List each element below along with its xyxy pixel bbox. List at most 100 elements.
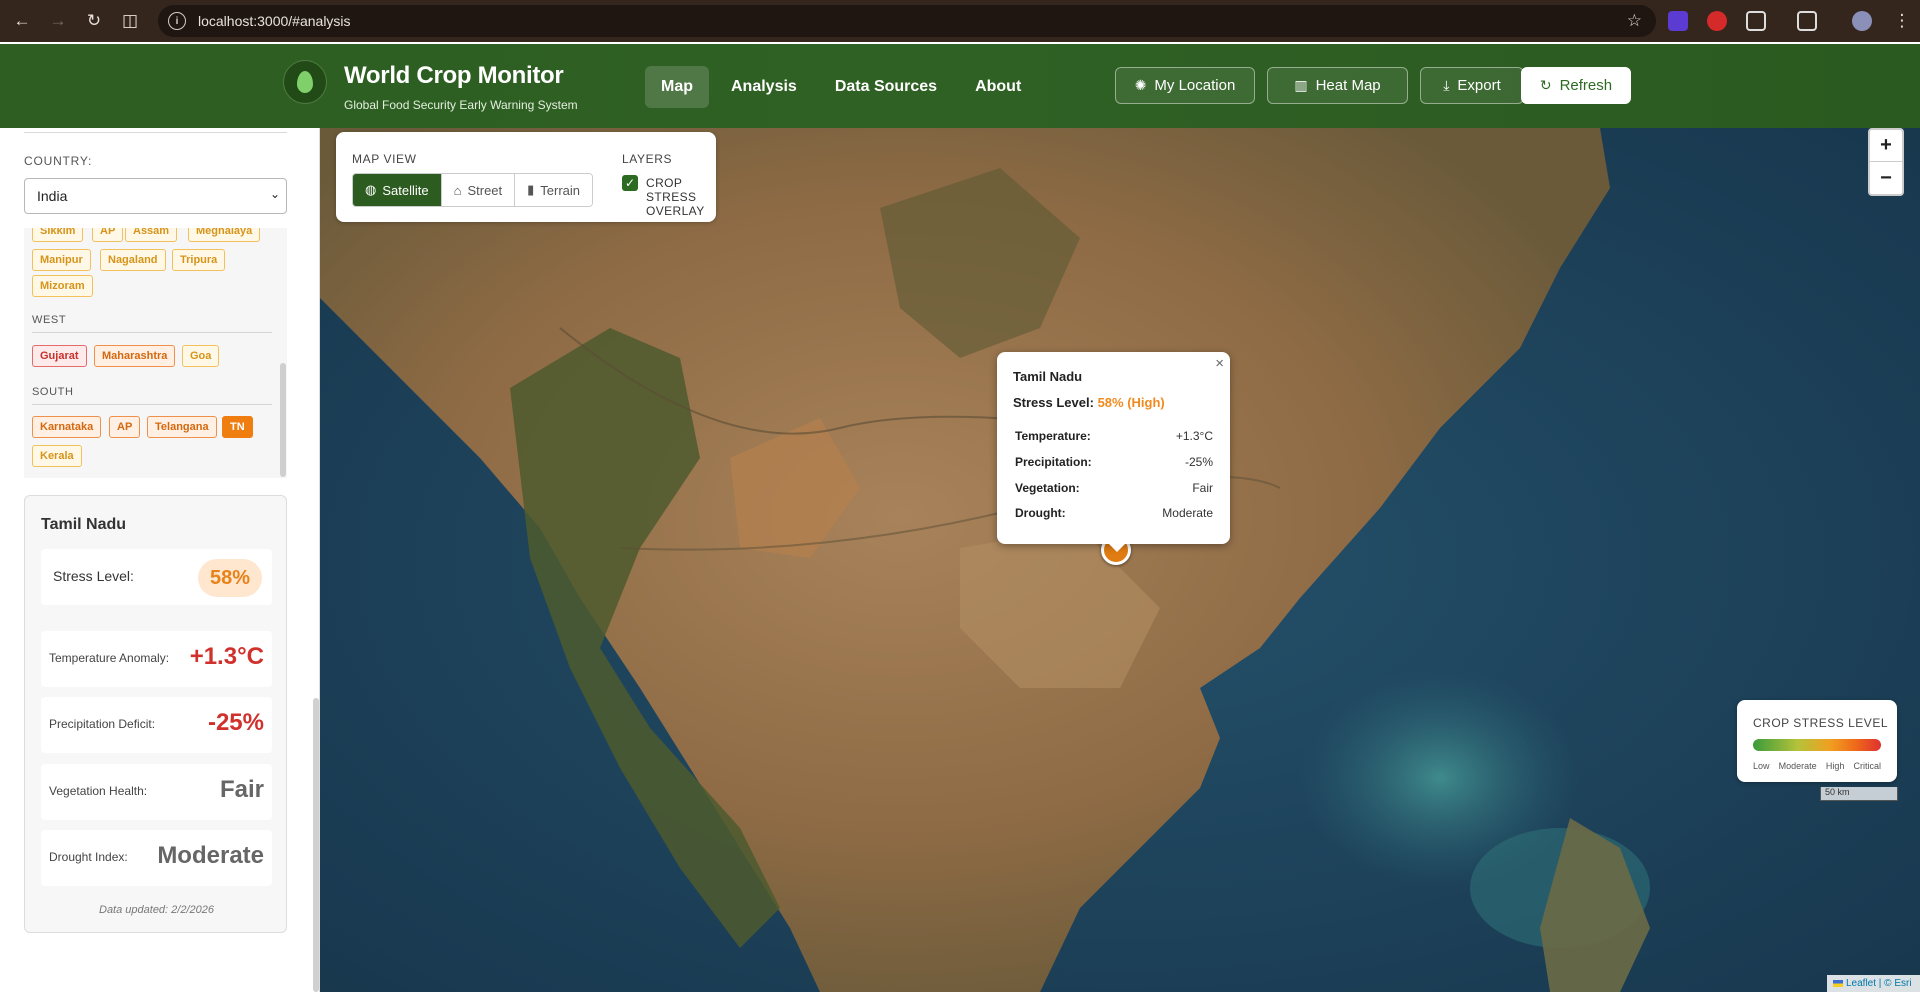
nav-about[interactable]: About <box>959 66 1037 108</box>
reload-icon[interactable]: ↻ <box>80 7 108 35</box>
terrain-view-label: Terrain <box>540 182 581 198</box>
leaf-icon <box>297 71 313 93</box>
chevron-down-icon: ⌄ <box>269 187 280 201</box>
region-chip[interactable]: AP <box>109 416 141 438</box>
map-attribution: Leaflet | © Esri <box>1827 975 1920 992</box>
sidebar-scrollbar[interactable] <box>313 698 319 992</box>
popup-stress: Stress Level: 58% (High) <box>1013 395 1165 410</box>
region-chip[interactable]: Mizoram <box>32 275 93 297</box>
region-chip[interactable]: Goa <box>182 345 220 367</box>
map[interactable]: MAP VIEW ◍ Satellite ⌂ Street ▮ Terrain … <box>320 128 1920 992</box>
region-chip[interactable]: Tripura <box>172 249 226 271</box>
legend-label: Moderate <box>1778 761 1817 771</box>
popup-row-label: Temperature: <box>1015 429 1091 443</box>
address-bar[interactable]: i localhost:3000/#analysis ☆ <box>158 5 1656 37</box>
bar-chart-icon: ▮ <box>527 182 535 197</box>
extension-icon[interactable] <box>1707 11 1727 31</box>
country-select[interactable]: India ⌄ <box>24 178 287 214</box>
main-nav: Map Analysis Data Sources About <box>645 66 1037 108</box>
popup-row-value: +1.3°C <box>1175 429 1213 443</box>
region-chip[interactable]: Meghalaya <box>188 228 261 242</box>
region-chip[interactable]: Maharashtra <box>94 345 176 367</box>
grid-icon: ▥ <box>1294 77 1308 93</box>
url-text[interactable]: localhost:3000/#analysis <box>198 13 351 29</box>
avatar[interactable] <box>1852 11 1872 31</box>
location-icon: ✺ <box>1134 77 1147 93</box>
popup-row: Precipitation: -25% <box>1015 455 1213 469</box>
refresh-button[interactable]: ↻ Refresh <box>1521 67 1631 104</box>
street-view-button[interactable]: ⌂ Street <box>441 174 516 206</box>
crop-stress-overlay-label[interactable]: CROP STRESS OVERLAY <box>646 176 716 218</box>
scale-bar: 50 km <box>1820 787 1898 801</box>
menu-dots-icon[interactable]: ⋮ <box>1888 7 1916 35</box>
heat-map-button[interactable]: ▥ Heat Map <box>1267 67 1408 104</box>
my-location-button[interactable]: ✺ My Location <box>1115 67 1255 104</box>
forward-icon[interactable]: → <box>44 7 72 35</box>
precipitation-deficit-label: Precipitation Deficit: <box>49 717 156 731</box>
heat-map-label: Heat Map <box>1315 77 1381 94</box>
legend-label: Low <box>1753 761 1770 771</box>
extension-icon[interactable] <box>1668 11 1688 31</box>
map-view-label: MAP VIEW <box>352 152 417 166</box>
region-detail-card: Tamil Nadu Stress Level: 58% Temperature… <box>24 495 287 933</box>
data-updated-text: Data updated: 2/2/2026 <box>99 904 214 916</box>
zoom-in-button[interactable]: + <box>1870 130 1902 162</box>
region-chip[interactable]: Assam <box>125 228 178 242</box>
popup-row-label: Drought: <box>1015 506 1066 520</box>
region-chip[interactable]: Karnataka <box>32 416 102 438</box>
stress-legend: CROP STRESS LEVEL Low Moderate High Crit… <box>1737 700 1897 782</box>
region-chip[interactable]: AP <box>92 228 124 242</box>
satellite-view-button[interactable]: ◍ Satellite <box>353 174 442 206</box>
refresh-label: Refresh <box>1559 77 1613 94</box>
popup-row: Vegetation: Fair <box>1015 481 1213 495</box>
nav-map[interactable]: Map <box>645 66 709 108</box>
region-chip[interactable]: Manipur <box>32 249 91 271</box>
vegetation-health-metric: Vegetation Health: Fair <box>41 764 272 820</box>
divider <box>32 404 272 405</box>
temperature-anomaly-label: Temperature Anomaly: <box>49 651 170 665</box>
home-icon: ⌂ <box>453 182 462 198</box>
layers-label: LAYERS <box>622 152 673 166</box>
region-chip[interactable]: Gujarat <box>32 345 87 367</box>
zoom-out-button[interactable]: − <box>1870 162 1902 194</box>
bookmark-star-icon[interactable]: ☆ <box>1627 11 1642 31</box>
stress-level-label: Stress Level: <box>53 568 134 584</box>
popup-row-value: Fair <box>1192 481 1213 495</box>
attribution-text[interactable]: Leaflet | © Esri <box>1846 978 1912 989</box>
browser-toolbar: ← → ↻ ◫ i localhost:3000/#analysis ☆ ⋮ <box>0 0 1920 42</box>
flag-icon <box>1833 980 1843 987</box>
popup-title: Tamil Nadu <box>1013 369 1083 384</box>
region-chip[interactable]: Nagaland <box>100 249 166 271</box>
app-header: World Crop Monitor Global Food Security … <box>0 44 1920 128</box>
drought-index-value: Moderate <box>157 842 264 869</box>
temperature-anomaly-value: +1.3°C <box>189 643 264 670</box>
popup-row-label: Vegetation: <box>1015 481 1080 495</box>
split-view-icon[interactable]: ◫ <box>116 7 144 35</box>
region-list-scrollbar[interactable] <box>280 363 286 477</box>
region-chip[interactable]: Sikkim <box>32 228 84 242</box>
terrain-view-button[interactable]: ▮ Terrain <box>515 174 593 206</box>
back-icon[interactable]: ← <box>8 7 36 35</box>
screenshot-icon[interactable] <box>1797 11 1817 31</box>
popup-stress-label: Stress Level: <box>1013 395 1094 410</box>
app-title: World Crop Monitor <box>344 62 564 89</box>
nav-data-sources[interactable]: Data Sources <box>819 66 953 108</box>
popup-stress-value: 58% (High) <box>1097 395 1165 410</box>
region-chip-selected[interactable]: TN <box>222 416 253 438</box>
globe-icon: ◍ <box>365 182 377 197</box>
export-label: Export <box>1457 77 1501 94</box>
close-icon[interactable]: × <box>1215 355 1224 372</box>
puzzle-icon[interactable] <box>1746 11 1766 31</box>
region-chip[interactable]: Telangana <box>147 416 217 438</box>
country-label: COUNTRY: <box>24 154 93 168</box>
site-info-icon[interactable]: i <box>168 12 186 30</box>
legend-title: CROP STRESS LEVEL <box>1753 716 1888 730</box>
crop-stress-overlay-checkbox[interactable]: ✓ <box>622 175 638 191</box>
region-heading-west: WEST <box>32 314 67 326</box>
export-button[interactable]: ⤓ Export <box>1420 67 1524 104</box>
legend-labels: Low Moderate High Critical <box>1753 761 1881 771</box>
region-heading-south: SOUTH <box>32 386 74 398</box>
region-chip[interactable]: Kerala <box>32 445 82 467</box>
region-popup: × Tamil Nadu Stress Level: 58% (High) Te… <box>997 352 1230 552</box>
nav-analysis[interactable]: Analysis <box>715 66 813 108</box>
